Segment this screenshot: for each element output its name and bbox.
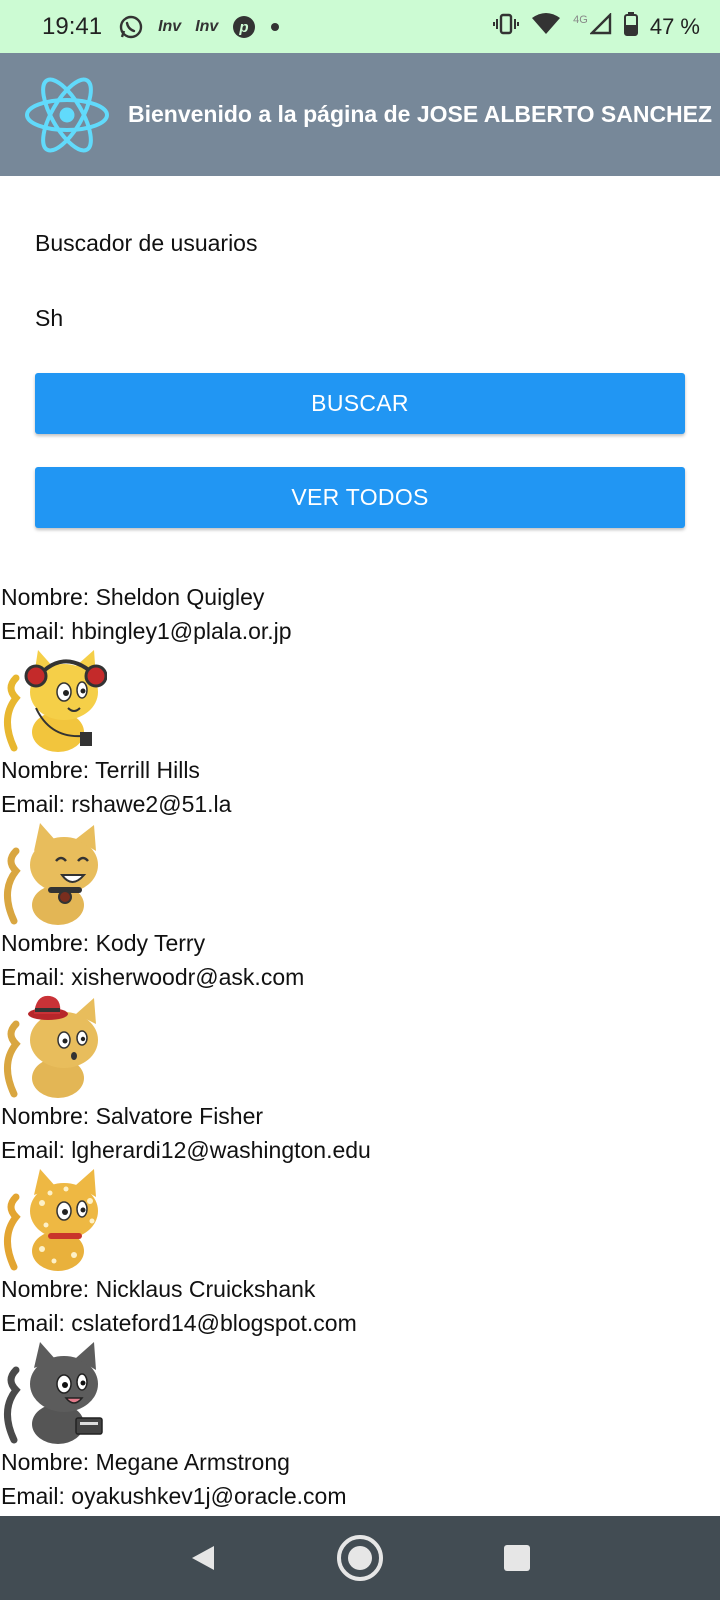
user-email: Email: lgherardi12@washington.edu <box>1 1137 371 1163</box>
pinterest-icon: p <box>232 15 256 39</box>
view-all-button[interactable]: VER TODOS <box>35 467 685 528</box>
recents-icon <box>503 1545 530 1571</box>
svg-text:p: p <box>239 19 249 36</box>
list-item: Nombre: Salvatore Fisher Email: lgherard… <box>0 1099 720 1272</box>
app-header: Bienvenido a la página de JOSE ALBERTO S… <box>0 53 720 176</box>
wifi-icon <box>531 12 561 41</box>
navigation-bar <box>0 1516 720 1600</box>
user-list: Nombre: Sheldon Quigley Email: hbingley1… <box>0 580 720 1600</box>
cat-avatar-icon <box>4 1169 98 1271</box>
user-email: Email: oyakushkev1j@oracle.com <box>1 1483 347 1509</box>
cat-avatar-icon <box>4 823 98 925</box>
user-email: Email: cslateford14@blogspot.com <box>1 1310 357 1336</box>
cat-avatar-icon <box>4 995 98 1098</box>
list-item: Nombre: Sheldon Quigley Email: hbingley1… <box>0 580 720 753</box>
vibrate-icon <box>493 13 520 40</box>
search-label: Buscador de usuarios <box>35 230 258 256</box>
status-time: 19:41 <box>42 12 103 40</box>
page-title: Bienvenido a la página de JOSE ALBERTO S… <box>128 101 713 127</box>
system-status-icons: 4G 47 % <box>493 12 700 41</box>
dot-icon <box>270 22 280 32</box>
list-item: Nombre: Terrill Hills Email: rshawe2@51.… <box>0 753 720 926</box>
search-input[interactable] <box>35 300 685 336</box>
search-button[interactable]: BUSCAR <box>35 373 685 434</box>
user-name: Nombre: Salvatore Fisher <box>1 1103 264 1129</box>
user-name: Nombre: Nicklaus Cruickshank <box>1 1276 316 1302</box>
home-icon <box>336 1535 383 1581</box>
whatsapp-icon <box>118 14 144 40</box>
signal-icon <box>588 12 612 40</box>
user-email: Email: xisherwoodr@ask.com <box>1 964 305 990</box>
battery-percent: 47 % <box>649 13 700 39</box>
inv-icon: Inv <box>158 17 182 35</box>
user-name: Nombre: Megane Armstrong <box>1 1449 290 1475</box>
network-type: 4G <box>573 13 588 26</box>
back-button[interactable] <box>173 1528 233 1588</box>
recents-button[interactable] <box>487 1528 547 1588</box>
notification-icons: Inv Inv p <box>118 14 280 40</box>
user-email: Email: hbingley1@plala.or.jp <box>1 618 292 644</box>
status-bar: 19:41 Inv Inv p 4G 47 % <box>0 0 720 53</box>
list-item: Nombre: Nicklaus Cruickshank Email: csla… <box>0 1272 720 1445</box>
list-item: Nombre: Kody Terry Email: xisherwoodr@as… <box>0 926 720 1099</box>
battery-icon <box>623 12 638 41</box>
react-logo-icon <box>25 77 109 152</box>
home-button[interactable] <box>330 1528 390 1588</box>
user-name: Nombre: Kody Terry <box>1 930 206 956</box>
user-email: Email: rshawe2@51.la <box>1 791 232 817</box>
user-name: Nombre: Terrill Hills <box>1 757 200 783</box>
inv-icon: Inv <box>195 17 219 35</box>
cat-avatar-icon <box>4 650 107 752</box>
user-name: Nombre: Sheldon Quigley <box>1 584 265 610</box>
cat-avatar-icon <box>4 1342 103 1444</box>
back-icon <box>192 1546 215 1570</box>
